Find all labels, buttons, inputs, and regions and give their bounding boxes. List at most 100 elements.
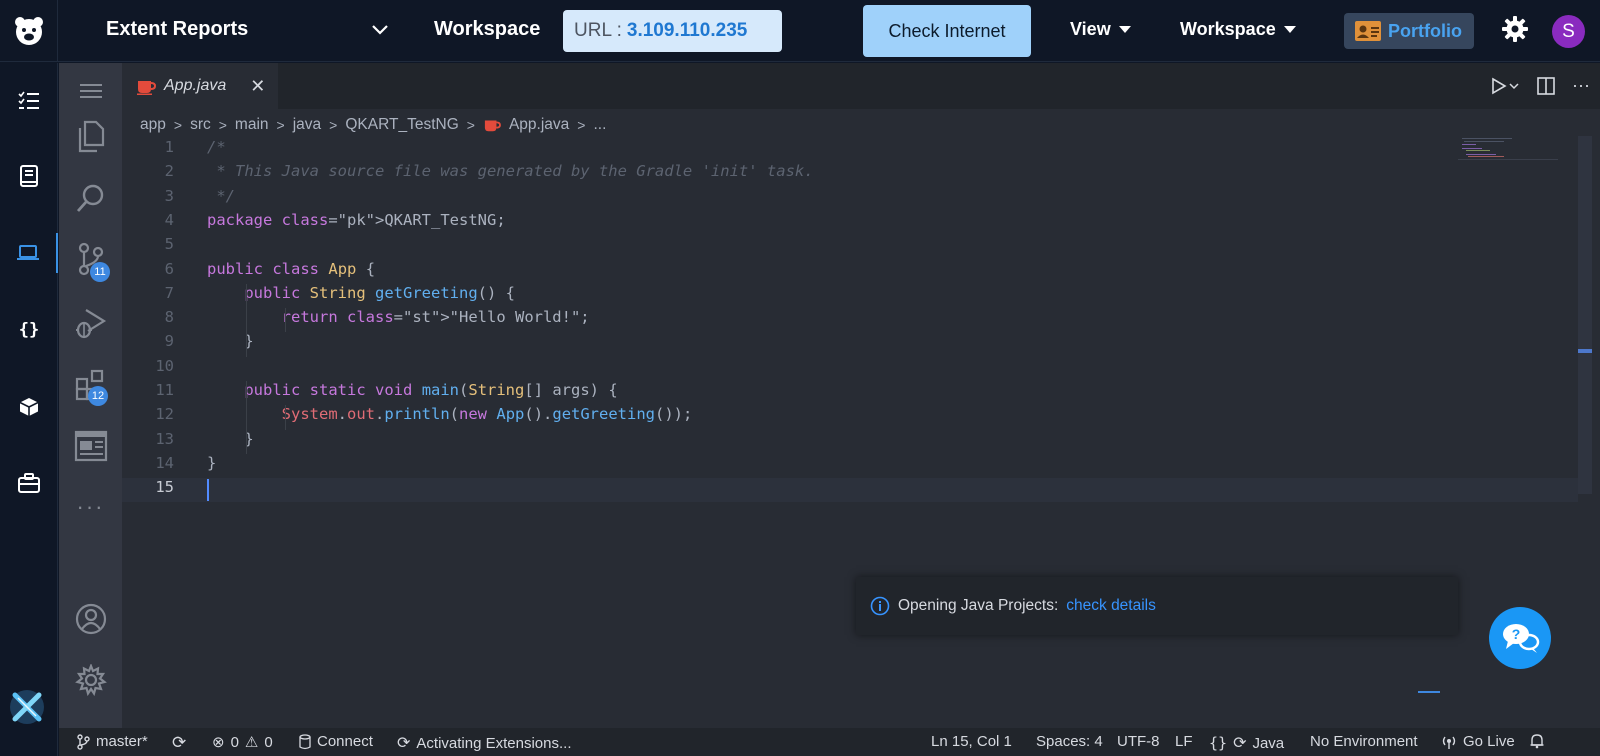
rail-item-notes[interactable] xyxy=(0,156,58,196)
chevron-down-icon[interactable] xyxy=(370,22,390,38)
search-button[interactable] xyxy=(59,173,122,225)
code-editor[interactable]: 1 /* 2 * This Java source file was generat… xyxy=(122,138,1578,558)
editor-actions: ··· xyxy=(1490,75,1590,96)
vertical-scrollbar[interactable] xyxy=(1578,136,1592,494)
git-branch-icon xyxy=(77,733,90,750)
browser-preview-icon xyxy=(74,430,107,462)
braces-icon: {} xyxy=(18,320,40,340)
code-line[interactable]: 4 package class="pk">QKART_TestNG; xyxy=(122,211,1578,235)
svg-text:?: ? xyxy=(1512,626,1521,642)
line-text: } xyxy=(207,453,217,472)
environment-status[interactable]: No Environment xyxy=(1310,733,1418,750)
breadcrumb-item[interactable]: main xyxy=(235,116,269,134)
run-debug-button[interactable] xyxy=(59,297,122,349)
split-editor-icon[interactable] xyxy=(1536,76,1556,96)
scroll-position-marker xyxy=(1578,349,1592,353)
problems-status[interactable]: ⊗ 0 ⚠ 0 xyxy=(212,733,273,752)
code-line[interactable]: 7 public String getGreeting() { xyxy=(122,284,1578,308)
connect-status[interactable]: Connect xyxy=(299,733,373,750)
code-line[interactable]: 6 public class App { xyxy=(122,260,1578,284)
source-control-badge: 11 xyxy=(90,262,110,282)
run-icon[interactable] xyxy=(1490,76,1520,96)
notification-toast: Opening Java Projects: check details xyxy=(856,577,1458,635)
cube-icon xyxy=(19,398,39,416)
browser-preview-button[interactable] xyxy=(59,420,122,472)
crio-logo-icon[interactable] xyxy=(8,688,46,726)
bear-logo-icon xyxy=(14,17,43,45)
workspace-menu[interactable]: Workspace xyxy=(1180,19,1296,40)
caret-down-icon xyxy=(1118,26,1131,33)
files-icon xyxy=(78,120,104,153)
check-internet-button[interactable]: Check Internet xyxy=(863,5,1031,57)
go-live-button[interactable]: Go Live xyxy=(1441,733,1515,750)
accounts-button[interactable] xyxy=(59,593,122,645)
rail-item-workspace[interactable] xyxy=(0,233,58,273)
rail-item-packages[interactable] xyxy=(0,387,58,427)
chat-bubbles-icon: ? xyxy=(1503,624,1540,653)
briefcase-icon xyxy=(18,473,40,493)
explorer-button[interactable] xyxy=(59,111,122,163)
cursor-position[interactable]: Ln 15, Col 1 xyxy=(931,733,1012,750)
eol-status[interactable]: LF xyxy=(1175,733,1193,750)
code-line[interactable]: 13 } xyxy=(122,430,1578,454)
info-icon xyxy=(870,596,890,616)
sync-button[interactable]: ⟳ xyxy=(172,733,186,753)
code-line[interactable]: 1 /* xyxy=(122,138,1578,162)
code-line[interactable]: 9 } xyxy=(122,332,1578,356)
view-menu[interactable]: View xyxy=(1070,19,1131,40)
sync-icon: ⟳ xyxy=(1233,735,1247,752)
line-text: public static void main(String[] args) { xyxy=(244,381,618,399)
portfolio-button[interactable]: Portfolio xyxy=(1344,13,1474,49)
code-line[interactable]: 5 xyxy=(122,235,1578,259)
code-line[interactable]: 14} xyxy=(122,454,1578,478)
indent-guide xyxy=(285,405,286,430)
braces-icon: {} xyxy=(1209,734,1228,752)
app-logo[interactable] xyxy=(0,0,58,62)
warning-icon: ⚠ xyxy=(244,734,259,751)
database-icon xyxy=(299,733,311,749)
code-line[interactable]: 10 xyxy=(122,357,1578,381)
line-text: System.out.println(new App().getGreeting… xyxy=(281,405,693,424)
breadcrumb-item[interactable]: app xyxy=(140,116,166,134)
id-card-icon xyxy=(1355,21,1381,41)
more-actions-icon[interactable]: ··· xyxy=(1572,75,1590,96)
url-display[interactable]: URL : 3.109.110.235 xyxy=(563,10,782,52)
line-number: 2 xyxy=(164,162,174,181)
line-number: 10 xyxy=(155,356,174,375)
breadcrumb-item[interactable]: ... xyxy=(593,116,606,134)
go-live-label: Go Live xyxy=(1463,733,1515,750)
breadcrumb-item[interactable]: App.java xyxy=(509,116,569,134)
language-status[interactable]: {} ⟳ Java xyxy=(1209,733,1284,753)
tab-app-java[interactable]: App.java ✕ xyxy=(122,63,278,109)
code-line[interactable]: 15 xyxy=(122,478,1578,503)
notifications-button[interactable] xyxy=(1529,733,1545,749)
minimap[interactable] xyxy=(1458,136,1558,166)
manage-button[interactable] xyxy=(59,654,122,706)
book-icon xyxy=(20,165,38,187)
breadcrumb-item[interactable]: java xyxy=(293,116,321,134)
rail-item-portfolio[interactable] xyxy=(0,463,58,503)
breadcrumb-item[interactable]: src xyxy=(190,116,211,134)
status-bar: master* ⟳ ⊗ 0 ⚠ 0 Connect ⟳ Activating E… xyxy=(59,728,1600,756)
menu-button[interactable] xyxy=(59,65,122,117)
settings-gear-icon[interactable] xyxy=(1500,14,1530,44)
code-line[interactable]: 11 public static void main(String[] args… xyxy=(122,381,1578,405)
help-chat-button[interactable]: ? xyxy=(1489,607,1551,669)
more-views-button[interactable]: ··· xyxy=(59,481,122,533)
cursor-position-label: Ln 15, Col 1 xyxy=(931,733,1012,750)
user-avatar[interactable]: S xyxy=(1552,15,1585,48)
indentation-status[interactable]: Spaces: 4 xyxy=(1036,733,1103,750)
rail-item-tasks[interactable] xyxy=(0,80,58,120)
code-line[interactable]: 2 * This Java source file was generated … xyxy=(122,162,1578,186)
code-line[interactable]: 8 return class="st">"Hello World!"; xyxy=(122,308,1578,332)
close-icon[interactable]: ✕ xyxy=(250,76,265,97)
code-line[interactable]: 3 */ xyxy=(122,187,1578,211)
rail-item-code[interactable]: {} xyxy=(0,310,58,350)
breadcrumb-item[interactable]: QKART_TestNG xyxy=(345,116,458,134)
branch-status[interactable]: master* xyxy=(76,733,148,750)
error-count: 0 xyxy=(230,733,239,751)
code-line[interactable]: 12 System.out.println(new App().getGreet… xyxy=(122,405,1578,429)
encoding-status[interactable]: UTF-8 xyxy=(1117,733,1160,750)
check-details-link[interactable]: check details xyxy=(1066,597,1156,615)
activity-label: Activating Extensions... xyxy=(416,734,572,752)
